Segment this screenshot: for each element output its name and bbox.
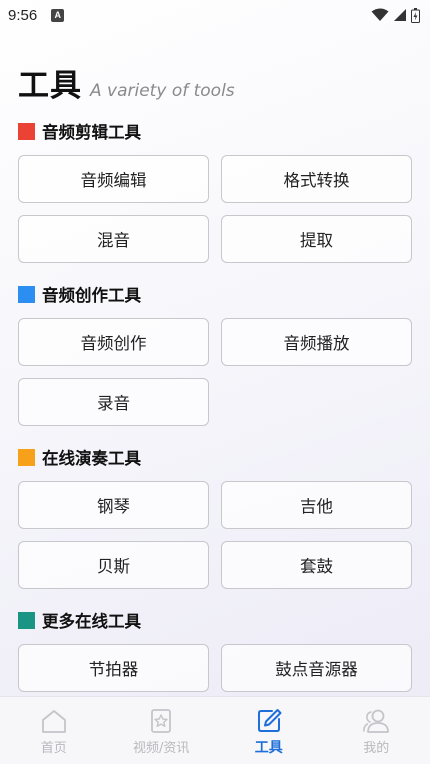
bottom-tab-bar: 首页 视频/资讯 工具 我的 xyxy=(0,696,430,764)
section-title: 在线演奏工具 xyxy=(42,449,141,468)
wifi-icon xyxy=(371,8,389,21)
users-icon xyxy=(363,709,390,733)
tool-button-metronome[interactable]: 节拍器 xyxy=(18,644,209,692)
tab-video-news[interactable]: 视频/资讯 xyxy=(108,697,216,764)
section-marker xyxy=(18,611,35,629)
tool-button-audio-create[interactable]: 音频创作 xyxy=(18,318,209,366)
section-online-play: 在线演奏工具 xyxy=(18,446,141,468)
page-title: 工具 xyxy=(18,68,82,104)
section-title: 更多在线工具 xyxy=(42,612,141,631)
tab-label: 视频/资讯 xyxy=(133,741,190,756)
tab-home[interactable]: 首页 xyxy=(0,697,108,764)
tool-button-record[interactable]: 录音 xyxy=(18,378,209,426)
status-time: 9:56 xyxy=(8,6,38,24)
tab-label: 工具 xyxy=(254,740,283,756)
tool-button-piano[interactable]: 钢琴 xyxy=(18,481,209,529)
section-audio-editing: 音频剪辑工具 xyxy=(18,120,141,142)
section-marker xyxy=(18,285,35,303)
section-title: 音频创作工具 xyxy=(42,286,141,305)
tab-label: 首页 xyxy=(40,741,67,756)
section-marker xyxy=(18,448,35,466)
signal-icon xyxy=(394,9,406,21)
tool-button-guitar[interactable]: 吉他 xyxy=(221,481,412,529)
section-audio-creation: 音频创作工具 xyxy=(18,283,141,305)
tool-button-drum-kit[interactable]: 套鼓 xyxy=(221,541,412,589)
tab-mine[interactable]: 我的 xyxy=(323,697,430,764)
tab-label: 我的 xyxy=(363,741,390,756)
tool-button-audio-play[interactable]: 音频播放 xyxy=(221,318,412,366)
home-icon xyxy=(41,710,66,733)
notification-icon: A xyxy=(51,8,65,22)
section-marker xyxy=(18,122,35,140)
edit-icon xyxy=(257,709,282,732)
section-title: 音频剪辑工具 xyxy=(42,123,141,142)
tool-button-drum-sampler[interactable]: 鼓点音源器 xyxy=(221,644,412,692)
page-subtitle: A variety of tools xyxy=(90,81,235,101)
section-more-tools: 更多在线工具 xyxy=(18,609,141,631)
page-header: 工具 A variety of tools xyxy=(18,60,235,104)
status-bar: 9:56 A xyxy=(0,0,430,30)
tab-tools[interactable]: 工具 xyxy=(215,697,323,764)
bookmark-star-icon xyxy=(151,709,172,733)
tool-button-audio-edit[interactable]: 音频编辑 xyxy=(18,155,209,203)
status-indicators xyxy=(371,7,420,23)
tool-button-mix[interactable]: 混音 xyxy=(18,215,209,263)
tool-button-extract[interactable]: 提取 xyxy=(221,215,412,263)
tool-button-format-convert[interactable]: 格式转换 xyxy=(221,155,412,203)
tool-button-bass[interactable]: 贝斯 xyxy=(18,541,209,589)
battery-icon xyxy=(411,7,420,23)
